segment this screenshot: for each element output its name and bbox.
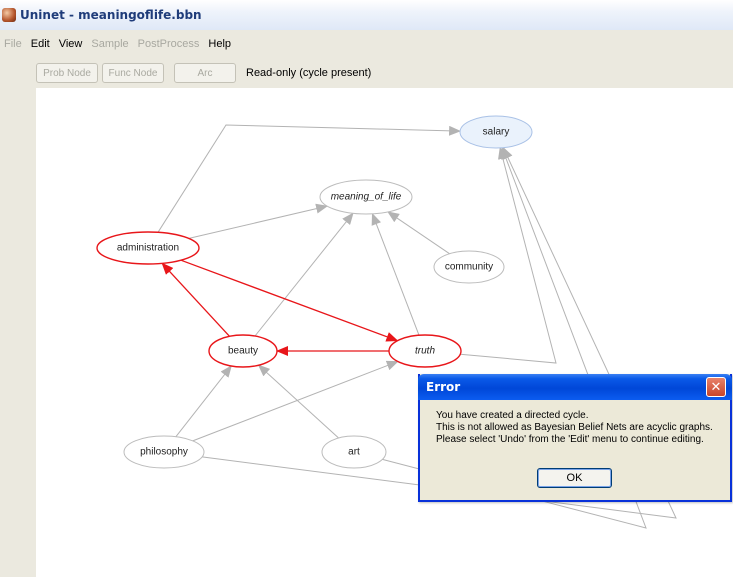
func-node-button[interactable]: Func Node (102, 63, 164, 83)
window-title: Uninet - meaningoflife.bbn (20, 8, 202, 22)
menu-view[interactable]: View (55, 38, 88, 50)
menu-sample[interactable]: Sample (87, 38, 133, 50)
node-label-art: art (348, 446, 360, 458)
prob-node-button[interactable]: Prob Node (36, 63, 98, 83)
arc-button[interactable]: Arc (174, 63, 236, 83)
node-label-administration: administration (116, 242, 180, 254)
node-label-meaning-of-life: meaning_of_life (330, 191, 402, 203)
arc-beauty-to-meaning-of-life[interactable] (254, 212, 354, 337)
close-x-icon[interactable]: ✕ (706, 377, 726, 397)
menu-help[interactable]: Help (204, 38, 236, 50)
menu-file[interactable]: File (0, 38, 27, 50)
error-line-1: You have created a directed cycle. (436, 410, 589, 421)
arc-administration-to-meaning-of-life[interactable] (188, 203, 329, 239)
arc-administration-to-salary[interactable] (157, 124, 462, 233)
node-label-philosophy: philosophy (140, 446, 188, 458)
node-label-salary: salary (482, 126, 510, 138)
read-only-status: Read-only (cycle present) (246, 67, 372, 79)
node-label-truth: truth (414, 345, 436, 357)
menu-edit[interactable]: Edit (27, 38, 55, 50)
arc-philosophy-to-beauty[interactable] (175, 365, 232, 438)
menu-bar: File Edit View Sample PostProcess Help (0, 30, 733, 58)
node-label-beauty: beauty (227, 345, 259, 357)
ok-button[interactable]: OK (537, 468, 612, 488)
error-dialog-title: Error (426, 380, 461, 394)
graph-canvas[interactable]: salary meaning_of_life administration commu… (36, 88, 733, 577)
uninet-app-icon[interactable] (2, 8, 16, 22)
error-message: You have created a directed cycle. This … (436, 410, 713, 446)
node-label-community: community (444, 261, 494, 273)
error-line-2: This is not allowed as Bayesian Belief N… (436, 422, 713, 433)
menu-postprocess[interactable]: PostProcess (134, 38, 205, 50)
arc-community-to-meaning-of-life[interactable] (387, 211, 450, 255)
arc-administration-to-truth[interactable] (180, 259, 399, 342)
arc-truth-to-meaning-of-life[interactable] (371, 212, 420, 336)
window-titlebar[interactable]: Uninet - meaningoflife.bbn (0, 0, 733, 30)
arc-philosophy-to-truth[interactable] (192, 360, 399, 442)
error-dialog: Error ✕ You have created a directed cycl… (418, 374, 732, 502)
canvas-left-margin (0, 88, 36, 577)
bbn-graph[interactable] (36, 88, 733, 577)
toolbar: Prob Node Func Node Arc Read-only (cycle… (0, 58, 733, 88)
arc-art-to-beauty[interactable] (257, 364, 339, 439)
error-line-3: Please select 'Undo' from the 'Edit' men… (436, 434, 704, 445)
error-dialog-titlebar[interactable]: Error ✕ (418, 374, 732, 400)
